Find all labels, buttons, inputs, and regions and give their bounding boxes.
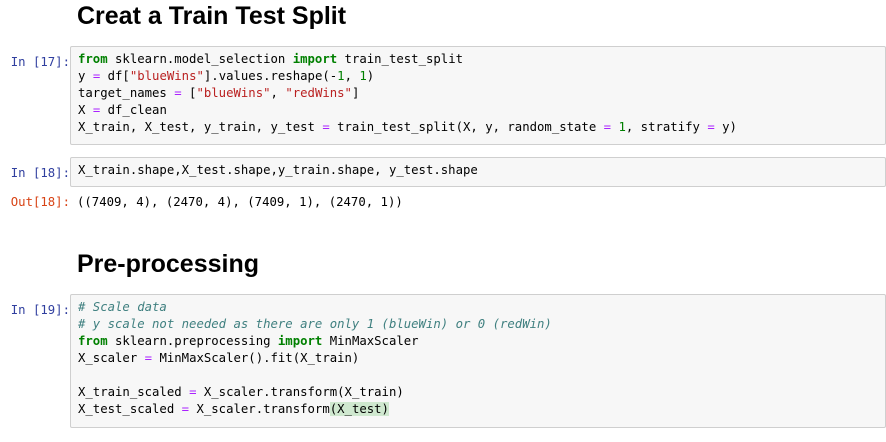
cell-18-output: ((7409, 4), (2470, 4), (7409, 1), (2470,… — [77, 195, 403, 209]
code-line: X_test_scaled = X_scaler.transform(X_tes… — [78, 401, 552, 418]
code-token: , — [270, 86, 286, 100]
code-token: "blueWins" — [196, 86, 271, 100]
code-line: # y scale not needed as there are only 1… — [78, 316, 552, 333]
code-line: X = df_clean — [78, 102, 737, 119]
code-line: # Scale data — [78, 299, 552, 316]
cell-18-input[interactable]: X_train.shape,X_test.shape,y_train.shape… — [70, 157, 886, 187]
code-token: "blueWins" — [129, 69, 204, 83]
code-token: = — [181, 402, 190, 416]
code-line: X_train.shape,X_test.shape,y_train.shape… — [78, 162, 478, 179]
code-line: X_train, X_test, y_train, y_test = train… — [78, 119, 737, 136]
code-token: train_test_split — [337, 52, 463, 66]
code-token: = — [707, 120, 715, 134]
code-token: , stratify — [625, 120, 708, 134]
code-token: X_test_scaled — [78, 402, 182, 416]
code-token: sklearn.model_selection — [107, 52, 293, 66]
code-token: 1 — [337, 69, 345, 83]
code-token: # Scale data — [78, 300, 167, 314]
code-token: import — [277, 334, 323, 348]
cell-19-prompt: In [19]: — [10, 303, 70, 317]
code-token: = — [144, 351, 153, 365]
code-line: y = df["blueWins"].values.reshape(-1, 1) — [78, 68, 737, 85]
code-token: df[ — [100, 69, 130, 83]
code-token: from — [78, 334, 108, 348]
code-token: X_train, X_test, y_train, y_test — [78, 120, 323, 134]
code-token: X_scaler.transform(X_train) — [196, 385, 404, 399]
code-token: X_train.shape,X_test.shape,y_train.shape… — [78, 163, 478, 177]
code-token: # y scale not needed as there are only 1… — [78, 317, 552, 331]
cell-17-input[interactable]: from sklearn.model_selection import trai… — [70, 46, 886, 145]
code-token: ].values.reshape(- — [203, 69, 338, 83]
cell-19-input[interactable]: # Scale data # y scale not needed as ther… — [70, 294, 886, 428]
cell-19-code[interactable]: # Scale data # y scale not needed as ther… — [78, 299, 552, 418]
cell-18-code[interactable]: X_train.shape,X_test.shape,y_train.shape… — [78, 162, 478, 179]
code-token: [ — [181, 86, 197, 100]
code-token: X_scaler.transform — [189, 402, 330, 416]
code-token: MinMaxScaler().fit(X_train) — [152, 351, 360, 365]
code-token: X_scaler — [78, 351, 145, 365]
code-line: from sklearn.model_selection import trai… — [78, 51, 737, 68]
code-token: ] — [351, 86, 360, 100]
code-token: ) — [366, 69, 375, 83]
code-token: = — [603, 120, 612, 134]
code-token: import — [292, 52, 338, 66]
code-token: train_test_split(X, y, random_state — [329, 120, 604, 134]
code-token: from — [78, 52, 108, 66]
heading-train-test-split: Creat a Train Test Split — [77, 2, 347, 30]
code-token: "redWins" — [285, 86, 352, 100]
cell-18-output-prompt: Out[18]: — [10, 195, 70, 209]
code-token: sklearn.preprocessing — [107, 334, 278, 348]
code-line: from sklearn.preprocessing import MinMax… — [78, 333, 552, 350]
code-token: target_names — [78, 86, 175, 100]
code-token: X_train_scaled — [78, 385, 190, 399]
code-token: 1 — [359, 69, 367, 83]
code-token: df_clean — [100, 103, 167, 117]
code-token: y — [78, 69, 93, 83]
cell-17-code[interactable]: from sklearn.model_selection import trai… — [78, 51, 737, 136]
code-line: X_train_scaled = X_scaler.transform(X_tr… — [78, 384, 552, 401]
cell-18-prompt: In [18]: — [10, 166, 70, 180]
code-token: = — [174, 86, 182, 100]
code-token: (X_test) — [329, 402, 389, 416]
code-token: , — [344, 69, 360, 83]
code-token: = — [322, 120, 330, 134]
code-token: X — [78, 103, 93, 117]
cell-17-prompt: In [17]: — [10, 55, 70, 69]
heading-pre-processing: Pre-processing — [77, 250, 260, 278]
code-token: MinMaxScaler — [322, 334, 419, 348]
code-line: target_names = ["blueWins", "redWins"] — [78, 85, 737, 102]
code-line: X_scaler = MinMaxScaler().fit(X_train) — [78, 350, 552, 367]
code-token: 1 — [618, 120, 626, 134]
code-token: y) — [714, 120, 737, 134]
